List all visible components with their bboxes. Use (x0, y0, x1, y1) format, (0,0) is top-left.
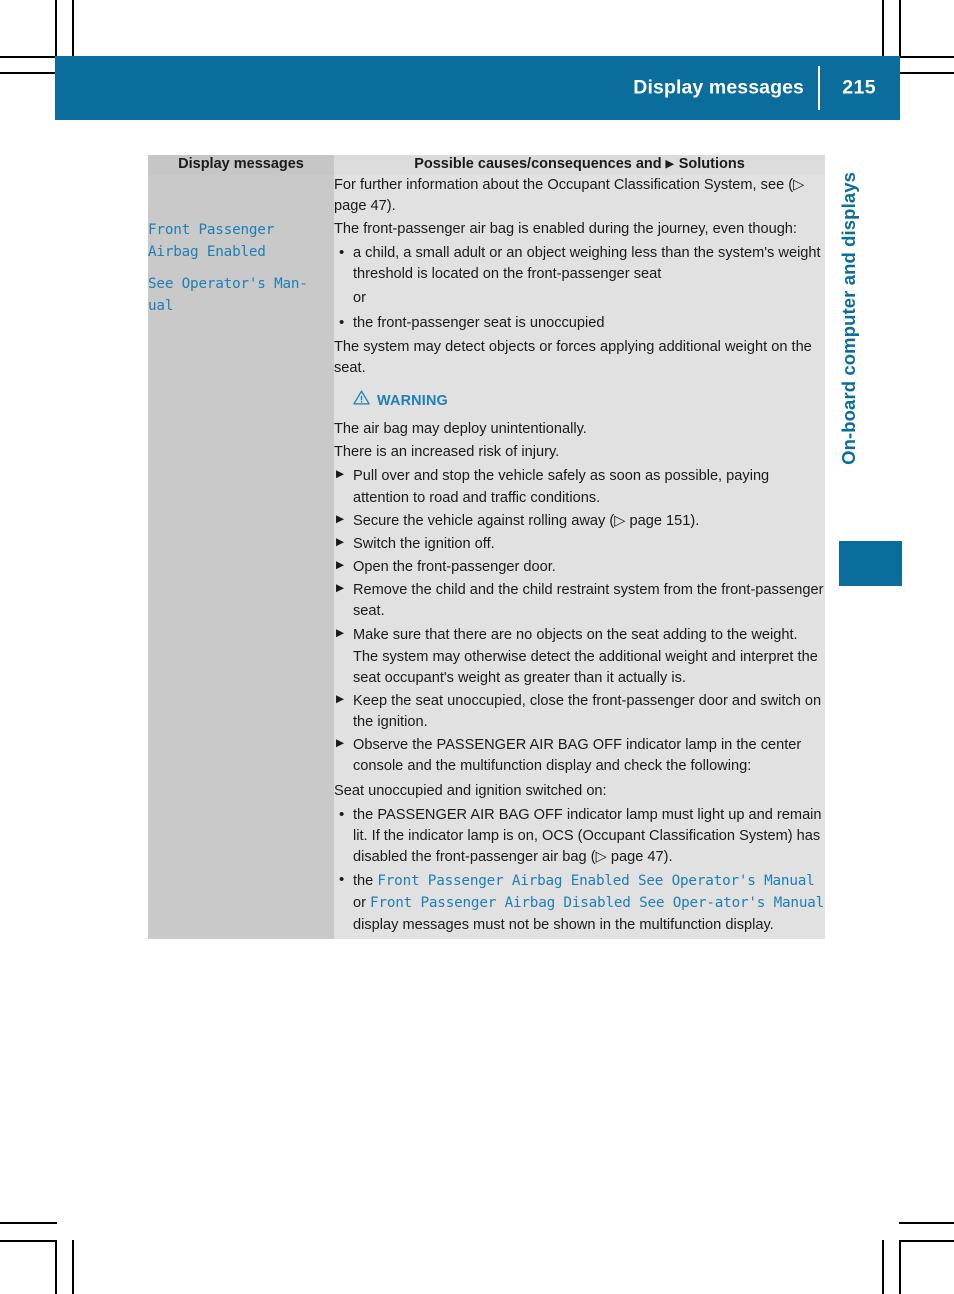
crop-mark-top-right-h2 (899, 72, 954, 74)
table-header-cell-solutions: Possible causes/consequences and ▶ Solutio… (334, 155, 825, 175)
crop-mark-top-right-h1 (899, 56, 954, 58)
detail-after-bullets: The system may detect objects or forces … (334, 338, 812, 376)
header-divider (818, 66, 820, 110)
table-header-label-right-post: Solutions (678, 156, 745, 172)
crop-mark-top-left-h1 (0, 56, 57, 58)
message-detail-cell: For further information about the Occupa… (334, 174, 825, 219)
list-item-note: The system may otherwise detect the addi… (353, 648, 818, 686)
list-item: Secure the vehicle against rolling away … (334, 511, 825, 532)
check-bullet-post: display messages must not be shown in th… (353, 916, 774, 933)
table-header-row: Display messages Possible causes/consequ… (148, 155, 825, 175)
list-item: Keep the seat unoccupied, close the fron… (334, 691, 825, 733)
crop-mark-top-left-h2 (0, 72, 57, 74)
check-bullet-mid: or (353, 895, 366, 912)
table-row: Front Passenger Airbag Enabled See Opera… (148, 218, 825, 939)
crop-mark-bottom-right-outer (899, 1240, 901, 1294)
condition-bullet-list-2: the front-passenger seat is unoccupied (334, 311, 825, 334)
table-header-label-left: Display messages (178, 156, 304, 172)
warning-header: WARNING (353, 390, 825, 412)
page-title: Display messages (633, 76, 804, 99)
list-item: Remove the child and the child restraint… (334, 580, 825, 622)
inline-display-message-code-1: Front Passenger Airbag Enabled See Opera… (377, 873, 815, 890)
table-header-cell-display-messages: Display messages (148, 155, 334, 175)
solutions-triangle-icon: ▶ (665, 158, 674, 170)
list-item: Pull over and stop the vehicle safely as… (334, 466, 825, 508)
list-item: Open the front-passenger door. (334, 557, 825, 578)
chapter-thumb-tab-marker (839, 541, 902, 586)
table-row: For further information about the Occupa… (148, 174, 825, 219)
list-item-text: Make sure that there are no objects on t… (353, 626, 798, 643)
table-header-label-right-pre: Possible causes/consequences and (414, 156, 662, 172)
warning-triangle-icon (353, 390, 370, 412)
page-header-band: Display messages 215 (55, 56, 900, 120)
message-code-cell: Front Passenger Airbag Enabled See Opera… (148, 218, 334, 939)
crop-mark-top-right-outer (899, 0, 901, 57)
crop-mark-bottom-left-outer (72, 1240, 74, 1294)
crop-mark-bottom-right-h2 (899, 1240, 954, 1242)
list-item: a child, a small adult or an object weig… (334, 242, 825, 285)
list-item: Switch the ignition off. (334, 534, 825, 555)
display-messages-table: Display messages Possible causes/consequ… (148, 155, 825, 939)
message-code-cell-empty (148, 174, 334, 219)
crop-mark-bottom-left-inner (55, 1240, 57, 1294)
crop-mark-top-right-inner (882, 0, 884, 57)
list-item: the Front Passenger Airbag Enabled See O… (334, 869, 825, 935)
solution-steps-list: Pull over and stop the vehicle safely as… (334, 466, 825, 777)
list-item: Make sure that there are no objects on t… (334, 625, 825, 689)
detail-lead-paragraph: The front-passenger air bag is enabled d… (334, 220, 797, 237)
display-message-code-2: See Operator's Man‑ ual (148, 276, 308, 315)
page-number: 215 (842, 76, 876, 99)
continuation-paragraph: For further information about the Occupa… (334, 176, 805, 214)
crop-mark-bottom-right-h1 (899, 1222, 954, 1224)
inline-display-message-code-2: Front Passenger Airbag Disabled See Oper… (370, 895, 825, 912)
list-item: Observe the PASSENGER AIR BAG OFF indica… (334, 735, 825, 777)
check-bullet-list: the PASSENGER AIR BAG OFF indicator lamp… (334, 804, 825, 936)
crop-mark-top-left-inner (55, 0, 57, 57)
warning-label: WARNING (377, 392, 448, 409)
warning-line-2: There is an increased risk of injury. (334, 444, 560, 461)
display-message-code-1: Front Passenger Airbag Enabled (148, 221, 275, 261)
crop-mark-bottom-left-h2 (0, 1240, 57, 1242)
chapter-thumb-tab-label: On-board computer and displays (838, 172, 859, 465)
list-item: the PASSENGER AIR BAG OFF indicator lamp… (334, 804, 825, 868)
list-item: the front-passenger seat is unoccupied (334, 311, 825, 334)
check-intro-paragraph: Seat unoccupied and ignition switched on… (334, 782, 607, 799)
crop-mark-bottom-left-h1 (0, 1222, 57, 1224)
condition-bullet-list: a child, a small adult or an object weig… (334, 242, 825, 285)
crop-mark-top-left-outer (72, 0, 74, 57)
message-detail-cell: The front-passenger air bag is enabled d… (334, 218, 825, 939)
check-bullet-pre: the (353, 873, 374, 890)
crop-mark-bottom-right-inner (882, 1240, 884, 1294)
bullet-connector-or: or (353, 290, 366, 307)
warning-block: WARNING (334, 390, 825, 412)
warning-line-1: The air bag may deploy unintentionally. (334, 421, 587, 438)
